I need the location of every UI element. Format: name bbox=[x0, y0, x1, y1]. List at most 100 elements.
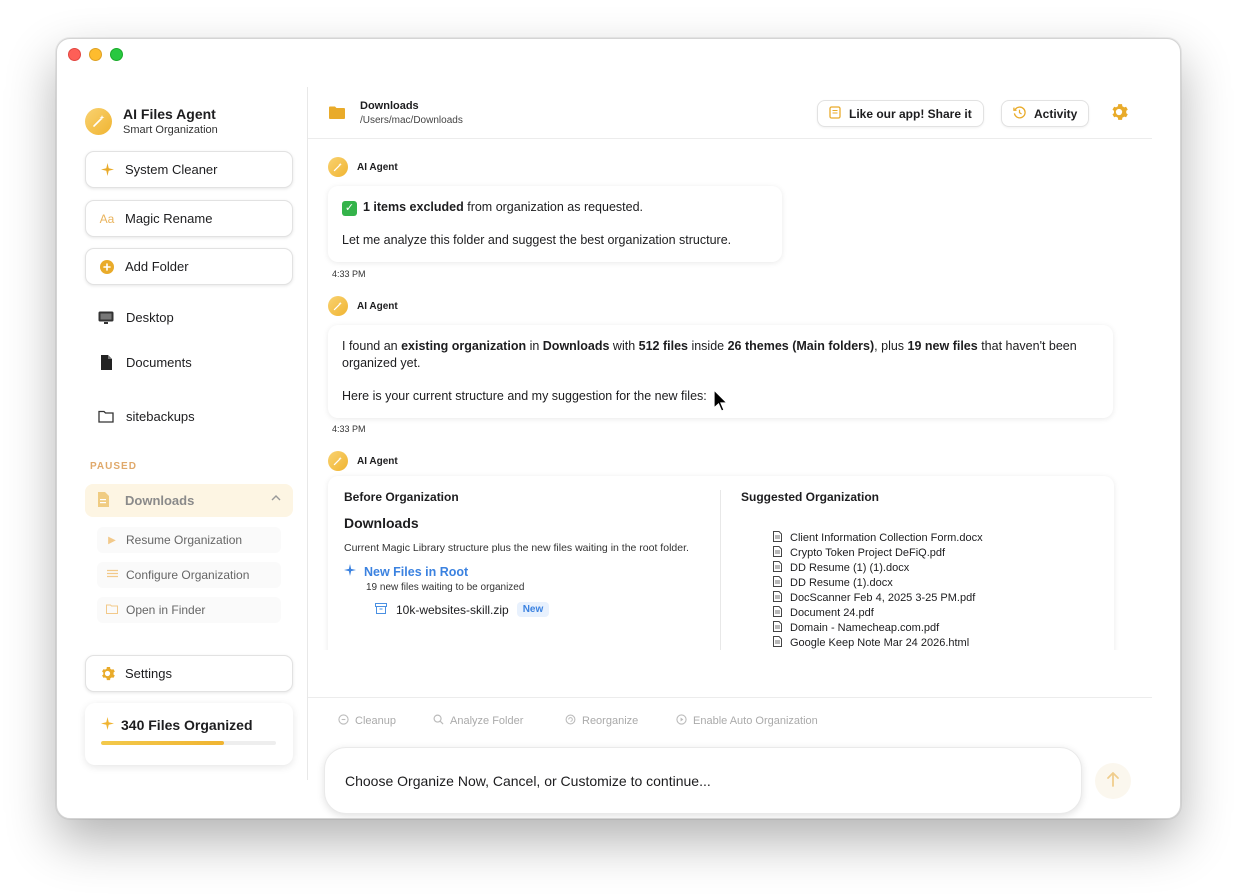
agent-name: AI Agent bbox=[357, 455, 398, 467]
agent-header: AI Agent bbox=[328, 451, 398, 471]
downloads-label: Downloads bbox=[125, 493, 195, 508]
documents-label: Documents bbox=[126, 355, 192, 370]
configure-label: Configure Organization bbox=[126, 568, 250, 582]
agent-header: AI Agent bbox=[328, 157, 398, 177]
chat-input-text: Choose Organize Now, Cancel, or Customiz… bbox=[345, 772, 711, 789]
folder-path: /Users/mac/Downloads bbox=[360, 115, 463, 126]
cleanup-button[interactable]: Cleanup bbox=[338, 714, 396, 728]
add-folder-button[interactable]: Add Folder bbox=[85, 248, 293, 285]
suggested-file-name: Domain - Namecheap.com.pdf bbox=[790, 621, 940, 634]
sliders-icon bbox=[105, 569, 119, 581]
suggested-file-item[interactable]: DD Resume (1).docx bbox=[773, 575, 1103, 590]
message-bold: existing organization bbox=[401, 339, 527, 353]
analyze-label: Analyze Folder bbox=[450, 715, 524, 727]
chevron-up-icon[interactable] bbox=[271, 493, 281, 504]
sidebar-item-desktop[interactable]: Desktop bbox=[97, 310, 174, 325]
gear-icon bbox=[99, 666, 115, 681]
suggested-file-name: DD Resume (1) (1).docx bbox=[790, 561, 910, 574]
suggested-file-name: DD Resume (1).docx bbox=[790, 576, 893, 589]
message-bold: 26 themes (Main folders) bbox=[727, 339, 875, 353]
message-time: 4:33 PM bbox=[332, 424, 366, 434]
mouse-cursor-icon bbox=[713, 389, 729, 412]
suggested-file-list: Client Information Collection Form.docx C… bbox=[773, 530, 1103, 650]
new-files-group[interactable]: New Files in Root bbox=[344, 564, 704, 579]
agent-message: ✓ 1 items excluded from organization as r… bbox=[328, 186, 782, 262]
suggested-file-item[interactable]: DD Resume (1) (1).docx bbox=[773, 560, 1103, 575]
monitor-icon bbox=[97, 311, 115, 325]
agent-name: AI Agent bbox=[357, 300, 398, 312]
suggested-file-name: Document 24.pdf bbox=[790, 606, 874, 619]
new-badge: New bbox=[516, 602, 550, 618]
resume-organization-button[interactable]: ▶ Resume Organization bbox=[97, 527, 281, 553]
file-item[interactable]: 10k-websites-skill.zip New bbox=[375, 602, 704, 618]
desktop-label: Desktop bbox=[126, 310, 174, 325]
gear-icon[interactable] bbox=[1110, 103, 1128, 126]
magic-rename-label: Magic Rename bbox=[125, 211, 213, 226]
send-button[interactable] bbox=[1095, 763, 1131, 799]
document-icon bbox=[97, 355, 115, 370]
message-bold: 512 files bbox=[638, 339, 688, 353]
new-files-count: 19 new files waiting to be organized bbox=[366, 582, 525, 594]
panel-divider bbox=[720, 490, 721, 650]
sidebar: AI Files Agent Smart Organization System… bbox=[57, 39, 307, 818]
reorganize-button[interactable]: Reorganize bbox=[565, 714, 638, 728]
play-circle-icon bbox=[676, 714, 687, 728]
auto-label: Enable Auto Organization bbox=[693, 715, 818, 727]
sidebar-item-sitebackups[interactable]: sitebackups bbox=[97, 409, 195, 424]
share-icon bbox=[829, 105, 841, 122]
archive-icon bbox=[375, 602, 387, 617]
suggested-file-item[interactable]: Domain - Namecheap.com.pdf bbox=[773, 620, 1103, 635]
sidebar-item-documents[interactable]: Documents bbox=[97, 355, 192, 370]
open-finder-label: Open in Finder bbox=[126, 603, 206, 617]
toolbar-divider bbox=[308, 697, 1152, 698]
suggested-file-name: DocScanner Feb 4, 2025 3-25 PM.pdf bbox=[790, 591, 976, 604]
before-organization-panel: Before Organization Downloads Current Ma… bbox=[344, 490, 704, 618]
document-icon bbox=[773, 561, 783, 574]
system-cleaner-label: System Cleaner bbox=[125, 162, 218, 177]
wand-logo-icon bbox=[85, 107, 112, 135]
sidebar-item-downloads[interactable]: Downloads bbox=[85, 484, 293, 517]
share-app-button[interactable]: Like our app! Share it bbox=[817, 100, 984, 127]
cleanup-icon bbox=[338, 714, 349, 728]
system-cleaner-button[interactable]: System Cleaner bbox=[85, 151, 293, 188]
chat-input[interactable]: Choose Organize Now, Cancel, or Customiz… bbox=[324, 747, 1082, 814]
suggested-file-name: Crypto Token Project DeFiQ.pdf bbox=[790, 546, 946, 559]
message-text: , plus bbox=[874, 339, 908, 353]
open-in-finder-button[interactable]: Open in Finder bbox=[97, 597, 281, 623]
document-icon bbox=[773, 546, 783, 559]
agent-avatar-icon bbox=[328, 157, 348, 177]
activity-button[interactable]: Activity bbox=[1001, 100, 1090, 127]
arrow-up-icon bbox=[1106, 771, 1120, 791]
check-icon: ✓ bbox=[342, 201, 357, 216]
suggested-organization-panel: Suggested Organization Client Informatio… bbox=[741, 490, 1101, 649]
message-bold: 1 items excluded bbox=[363, 200, 464, 214]
enable-auto-organization-button[interactable]: Enable Auto Organization bbox=[676, 714, 818, 728]
paused-label: PAUSED bbox=[90, 461, 137, 472]
message-text: in bbox=[526, 339, 543, 353]
configure-organization-button[interactable]: Configure Organization bbox=[97, 562, 281, 588]
document-icon bbox=[773, 576, 783, 589]
suggested-file-name: Client Information Collection Form.docx bbox=[790, 531, 983, 544]
suggested-file-item[interactable]: Google Keep Note Mar 24 2026.html bbox=[773, 635, 1103, 650]
analyze-folder-button[interactable]: Analyze Folder bbox=[433, 714, 523, 728]
message-text: I found an bbox=[342, 339, 402, 353]
document-icon bbox=[773, 636, 783, 649]
document-icon bbox=[97, 491, 113, 510]
suggested-file-name: Google Keep Note Mar 24 2026.html bbox=[790, 636, 970, 649]
plus-circle-icon bbox=[99, 259, 115, 274]
files-progress-bar bbox=[101, 741, 276, 745]
document-icon bbox=[773, 591, 783, 604]
suggested-file-item[interactable]: DocScanner Feb 4, 2025 3-25 PM.pdf bbox=[773, 590, 1103, 605]
suggested-file-item[interactable]: Document 24.pdf bbox=[773, 605, 1103, 620]
organization-comparison-card: Before Organization Downloads Current Ma… bbox=[328, 476, 1114, 650]
settings-button[interactable]: Settings bbox=[85, 655, 293, 692]
history-icon bbox=[1013, 105, 1026, 122]
folder-name: Downloads bbox=[344, 515, 419, 531]
suggested-file-item[interactable]: Client Information Collection Form.docx bbox=[773, 530, 1103, 545]
sparkle-icon bbox=[344, 564, 356, 579]
suggested-file-item[interactable]: Crypto Token Project DeFiQ.pdf bbox=[773, 545, 1103, 560]
magic-rename-button[interactable]: Aa Magic Rename bbox=[85, 200, 293, 237]
document-icon bbox=[773, 531, 783, 544]
search-icon bbox=[433, 714, 444, 728]
sitebackups-label: sitebackups bbox=[126, 409, 195, 424]
